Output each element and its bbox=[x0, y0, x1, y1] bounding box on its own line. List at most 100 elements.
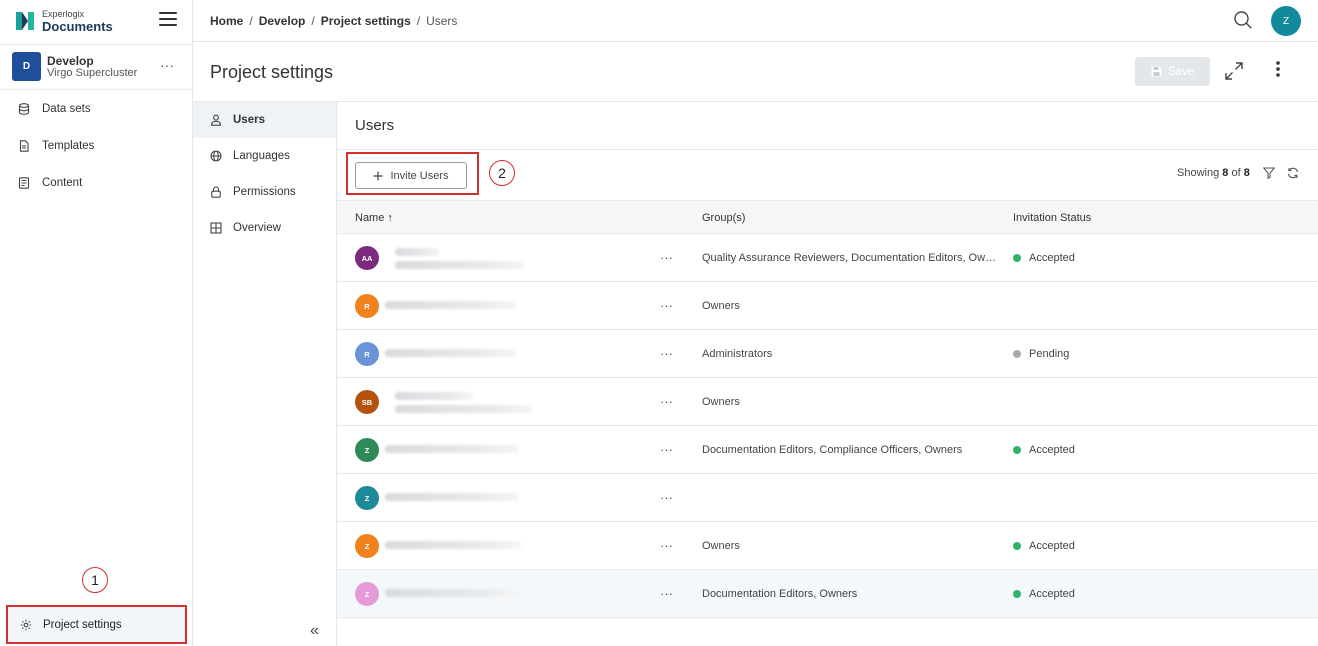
top-bar: Home / Develop / Project settings / User… bbox=[193, 0, 1318, 42]
row-more-button[interactable]: ··· bbox=[660, 346, 673, 361]
page-header: Project settings Save bbox=[193, 42, 1318, 102]
row-more-button[interactable]: ··· bbox=[660, 250, 673, 265]
table-row[interactable]: SB ··· Owners bbox=[337, 378, 1318, 426]
project-avatar: D bbox=[12, 52, 41, 81]
vertical-dots-icon bbox=[1276, 61, 1280, 77]
invite-users-label: Invite Users bbox=[390, 169, 449, 182]
user-avatar: AA bbox=[355, 246, 379, 270]
more-options-button[interactable] bbox=[1271, 59, 1285, 82]
refresh-icon bbox=[1287, 167, 1299, 179]
sidebar-item-label: Project settings bbox=[43, 618, 122, 631]
settings-tab-overview[interactable]: Overview bbox=[193, 210, 336, 246]
redacted-user-info bbox=[385, 349, 517, 357]
database-icon bbox=[18, 102, 30, 115]
row-more-button[interactable]: ··· bbox=[660, 298, 673, 313]
sidebar-item-data-sets[interactable]: Data sets bbox=[0, 90, 192, 127]
users-toolbar: Invite Users 2 Showing 8 of 8 bbox=[337, 149, 1318, 200]
filter-button[interactable] bbox=[1262, 167, 1276, 182]
user-groups: Owners bbox=[702, 540, 740, 552]
table-row[interactable]: Z ··· bbox=[337, 474, 1318, 522]
settings-tab-users[interactable]: Users bbox=[193, 102, 336, 138]
invitation-status: Accepted bbox=[1013, 252, 1075, 264]
results-count: Showing 8 of 8 bbox=[1177, 167, 1250, 179]
sidebar: Experlogix Documents D Develop Virgo Sup… bbox=[0, 0, 193, 646]
table-body: AA ··· Quality Assurance Reviewers, Docume… bbox=[337, 234, 1318, 618]
refresh-button[interactable] bbox=[1287, 167, 1299, 182]
status-dot-icon bbox=[1013, 590, 1021, 598]
users-panel: Users Invite Users 2 Showing 8 of 8 Name… bbox=[337, 102, 1318, 646]
user-avatar[interactable]: Z bbox=[1271, 6, 1301, 36]
column-header-name[interactable]: Name ↑ bbox=[355, 212, 393, 224]
showing-total: 8 bbox=[1243, 167, 1250, 179]
table-row[interactable]: Z ··· Owners Accepted bbox=[337, 522, 1318, 570]
user-groups: Documentation Editors, Compliance Office… bbox=[702, 444, 963, 456]
search-button[interactable] bbox=[1233, 10, 1253, 33]
user-avatar: SB bbox=[355, 390, 379, 414]
hamburger-menu-icon[interactable] bbox=[159, 12, 177, 28]
status-dot-icon bbox=[1013, 350, 1021, 358]
brand-logo[interactable]: Experlogix Documents bbox=[16, 9, 113, 33]
settings-tab-permissions[interactable]: Permissions bbox=[193, 174, 336, 210]
row-more-button[interactable]: ··· bbox=[660, 442, 673, 457]
page-title: Project settings bbox=[210, 62, 334, 82]
table-row[interactable]: Z ··· Documentation Editors, Owners Accepte… bbox=[337, 570, 1318, 618]
settings-tab-label: Languages bbox=[233, 150, 290, 162]
sidebar-item-label: Data sets bbox=[42, 102, 91, 115]
expand-button[interactable] bbox=[1224, 61, 1244, 84]
column-header-status[interactable]: Invitation Status bbox=[1013, 212, 1091, 224]
row-more-button[interactable]: ··· bbox=[660, 538, 673, 553]
redacted-user-info bbox=[395, 261, 525, 269]
breadcrumb-home[interactable]: Home bbox=[210, 14, 243, 28]
sidebar-item-templates[interactable]: Templates bbox=[0, 127, 192, 164]
globe-icon bbox=[210, 150, 222, 162]
redacted-user-info bbox=[385, 301, 517, 309]
filter-icon bbox=[1262, 167, 1276, 180]
project-name: Develop bbox=[47, 54, 94, 68]
collapse-sidebar-icon[interactable]: « bbox=[310, 622, 319, 640]
annotation-marker-2: 2 bbox=[489, 160, 515, 186]
table-row[interactable]: AA ··· Quality Assurance Reviewers, Docume… bbox=[337, 234, 1318, 282]
user-icon bbox=[210, 114, 222, 126]
row-more-button[interactable]: ··· bbox=[660, 394, 673, 409]
project-selector[interactable]: D Develop Virgo Supercluster ··· bbox=[0, 44, 192, 90]
lock-icon bbox=[211, 186, 221, 198]
showing-prefix: Showing bbox=[1177, 167, 1220, 179]
row-more-button[interactable]: ··· bbox=[660, 490, 673, 505]
table-row[interactable]: R ··· Owners bbox=[337, 282, 1318, 330]
user-avatar: R bbox=[355, 294, 379, 318]
user-groups: Owners bbox=[702, 396, 740, 408]
invitation-status: Accepted bbox=[1013, 588, 1075, 600]
breadcrumb-develop[interactable]: Develop bbox=[259, 14, 306, 28]
status-label: Pending bbox=[1029, 348, 1070, 360]
breadcrumb-project-settings[interactable]: Project settings bbox=[321, 14, 411, 28]
status-dot-icon bbox=[1013, 446, 1021, 454]
status-dot-icon bbox=[1013, 254, 1021, 262]
project-more-button[interactable]: ··· bbox=[160, 57, 174, 73]
column-header-groups[interactable]: Group(s) bbox=[702, 212, 745, 224]
sidebar-nav: Data sets Templates Content bbox=[0, 90, 192, 201]
sidebar-item-label: Templates bbox=[42, 139, 95, 152]
settings-tab-label: Overview bbox=[233, 222, 281, 234]
row-more-button[interactable]: ··· bbox=[660, 586, 673, 601]
status-label: Accepted bbox=[1029, 588, 1075, 600]
user-groups: Quality Assurance Reviewers, Documentati… bbox=[702, 252, 1000, 264]
sidebar-item-project-settings[interactable]: Project settings bbox=[6, 605, 187, 644]
settings-nav: Users Languages Permissions Overview « bbox=[193, 102, 337, 646]
expand-icon bbox=[1225, 62, 1243, 80]
breadcrumb: Home / Develop / Project settings / User… bbox=[210, 14, 457, 28]
settings-tab-label: Users bbox=[233, 114, 265, 126]
save-button[interactable]: Save bbox=[1135, 57, 1210, 86]
redacted-user-info bbox=[395, 392, 473, 400]
floppy-disk-icon bbox=[1151, 66, 1162, 77]
sidebar-item-content[interactable]: Content bbox=[0, 164, 192, 201]
table-row[interactable]: Z ··· Documentation Editors, Compliance Of… bbox=[337, 426, 1318, 474]
redacted-user-info bbox=[385, 541, 521, 549]
annotation-marker-1: 1 bbox=[82, 567, 108, 593]
save-button-label: Save bbox=[1167, 65, 1195, 78]
invite-users-button[interactable]: Invite Users bbox=[355, 162, 467, 189]
invitation-status: Accepted bbox=[1013, 540, 1075, 552]
app-root: Experlogix Documents D Develop Virgo Sup… bbox=[0, 0, 1318, 646]
project-subtitle: Virgo Supercluster bbox=[47, 67, 138, 79]
table-row[interactable]: R ··· Administrators Pending bbox=[337, 330, 1318, 378]
settings-tab-languages[interactable]: Languages bbox=[193, 138, 336, 174]
